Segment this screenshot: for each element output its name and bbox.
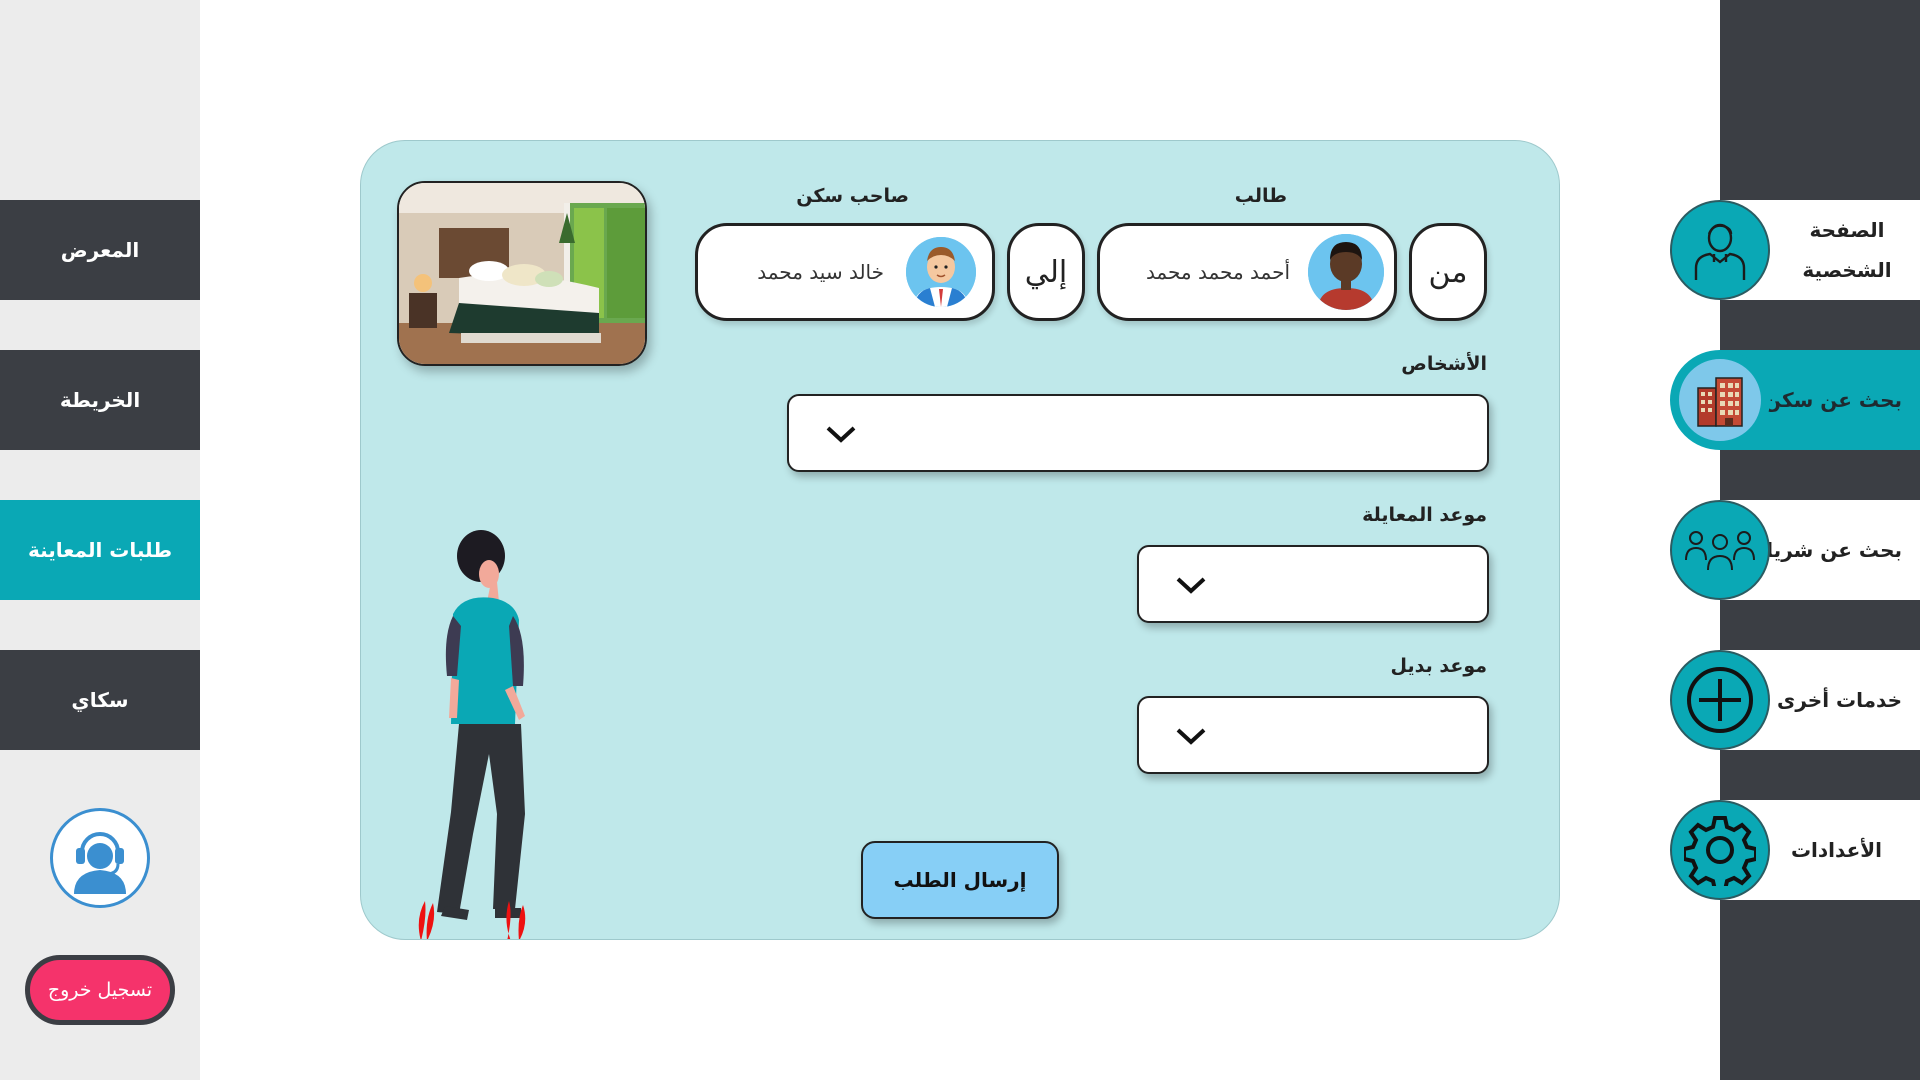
nav-sky-label: سكاي — [71, 688, 129, 712]
nav-profile-label: الصفحة الشخصية — [1802, 218, 1892, 282]
nav-other-services[interactable]: خدمات أخرى — [1670, 650, 1920, 750]
nav-find-housing[interactable]: بحث عن سكن — [1670, 350, 1920, 450]
nav-inspection-requests[interactable]: طلبات المعاينة — [0, 500, 200, 600]
submit-request-label: إرسال الطلب — [893, 868, 1027, 892]
nav-gallery-label: المعرض — [60, 238, 140, 262]
from-label: من — [1428, 254, 1468, 290]
logout-label: تسجيل خروج — [47, 979, 153, 1001]
owner-card: خالد سيد محمد — [695, 223, 995, 321]
inspection-request-card: طالب صاحب سكن من أحمد محمد محمد إلي خالد… — [360, 140, 1560, 940]
inspection-date-select[interactable] — [1137, 545, 1489, 623]
user-icon — [1670, 200, 1770, 300]
gear-icon — [1670, 800, 1770, 900]
owner-name: خالد سيد محمد — [757, 260, 884, 284]
plus-circle-icon — [1670, 650, 1770, 750]
alternative-date-select[interactable] — [1137, 696, 1489, 774]
nav-map[interactable]: الخريطة — [0, 350, 200, 450]
submit-request-button[interactable]: إرسال الطلب — [861, 841, 1059, 919]
nav-other-services-label: خدمات أخرى — [1777, 688, 1902, 712]
requester-avatar — [1308, 234, 1384, 310]
to-badge: إلي — [1007, 223, 1085, 321]
owner-avatar — [906, 237, 976, 307]
support-button[interactable] — [50, 808, 150, 908]
nav-find-housing-label: بحث عن سكن — [1764, 388, 1902, 412]
from-badge: من — [1409, 223, 1487, 321]
headset-support-icon — [74, 832, 126, 894]
alternative-date-label: موعد بديل — [1390, 655, 1487, 677]
requester-name: أحمد محمد محمد — [1145, 260, 1290, 284]
to-label: إلي — [1024, 254, 1068, 290]
nav-profile[interactable]: الصفحة الشخصية — [1670, 200, 1920, 300]
building-icon — [1670, 350, 1770, 450]
left-sidebar: المعرض الخريطة طلبات المعاينة سكاي تسجيل… — [0, 0, 200, 1080]
requester-title: طالب — [1234, 185, 1287, 207]
nav-find-partner-label: بحث عن شريك — [1755, 538, 1902, 562]
persons-label: الأشخاص — [1401, 353, 1487, 375]
owner-title: صاحب سكن — [796, 185, 909, 207]
requester-card: أحمد محمد محمد — [1097, 223, 1397, 321]
group-icon — [1670, 500, 1770, 600]
chevron-down-icon — [826, 426, 856, 443]
nav-settings[interactable]: الأعدادات — [1670, 800, 1920, 900]
nav-gallery[interactable]: المعرض — [0, 200, 200, 300]
nav-inspection-requests-label: طلبات المعاينة — [27, 538, 173, 562]
nav-settings-label: الأعدادات — [1790, 838, 1882, 862]
chevron-down-icon — [1176, 577, 1206, 594]
room-photo — [397, 181, 647, 366]
person-illustration — [418, 530, 526, 939]
chevron-down-icon — [1176, 728, 1206, 745]
nav-map-label: الخريطة — [59, 388, 141, 412]
persons-select[interactable] — [787, 394, 1489, 472]
inspection-date-label: موعد المعايلة — [1362, 504, 1487, 526]
logout-button[interactable]: تسجيل خروج — [25, 955, 175, 1025]
nav-sky[interactable]: سكاي — [0, 650, 200, 750]
app-screen: المعرض الخريطة طلبات المعاينة سكاي تسجيل… — [0, 0, 1920, 1080]
nav-find-partner[interactable]: بحث عن شريك — [1670, 500, 1920, 600]
